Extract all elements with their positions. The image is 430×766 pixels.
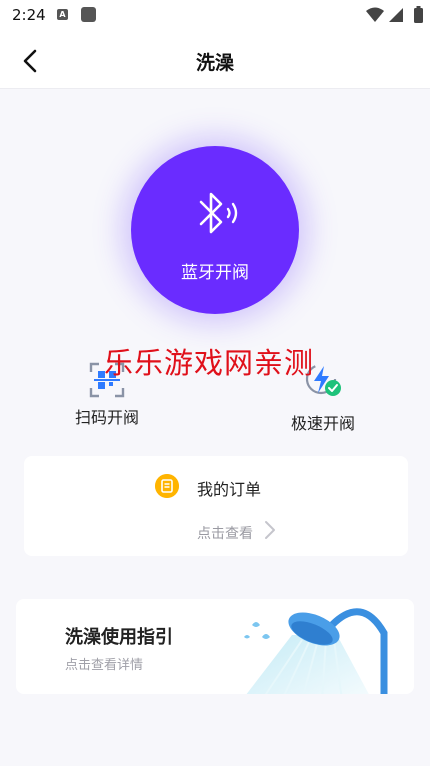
shower-guide-card[interactable]: 洗澡使用指引 点击查看详情 xyxy=(16,599,414,694)
my-orders-title: 我的订单 xyxy=(197,480,262,499)
view-orders-link[interactable]: 点击查看 xyxy=(197,523,253,543)
scan-open-valve-label: 扫码开阀 xyxy=(74,408,139,427)
shower-guide-subtitle: 点击查看详情 xyxy=(65,658,144,673)
status-time: 2:24 xyxy=(12,6,46,24)
bluetooth-label: 蓝牙开阀 xyxy=(181,263,249,283)
fast-open-valve-label: 极速开阀 xyxy=(290,414,355,433)
bluetooth-icon xyxy=(199,192,238,234)
my-orders-card[interactable]: 我的订单 点击查看 xyxy=(24,456,408,556)
chevron-right-icon xyxy=(265,521,275,539)
nav-bar: 洗澡 xyxy=(0,30,430,89)
bluetooth-open-valve-button[interactable]: 蓝牙开阀 xyxy=(131,146,299,314)
status-bar: 2:24 A xyxy=(0,0,430,30)
battery-icon xyxy=(414,6,423,23)
wifi-icon xyxy=(366,7,384,22)
shower-guide-title: 洗澡使用指引 xyxy=(65,627,173,648)
notification-app-icon xyxy=(81,7,96,22)
watermark-text: 乐乐游戏网亲测 xyxy=(104,346,315,380)
shower-head-icon xyxy=(244,608,388,694)
signal-icon xyxy=(389,8,403,22)
page-title: 洗澡 xyxy=(195,52,234,74)
document-icon xyxy=(155,474,179,498)
notification-a-icon: A xyxy=(57,9,68,20)
